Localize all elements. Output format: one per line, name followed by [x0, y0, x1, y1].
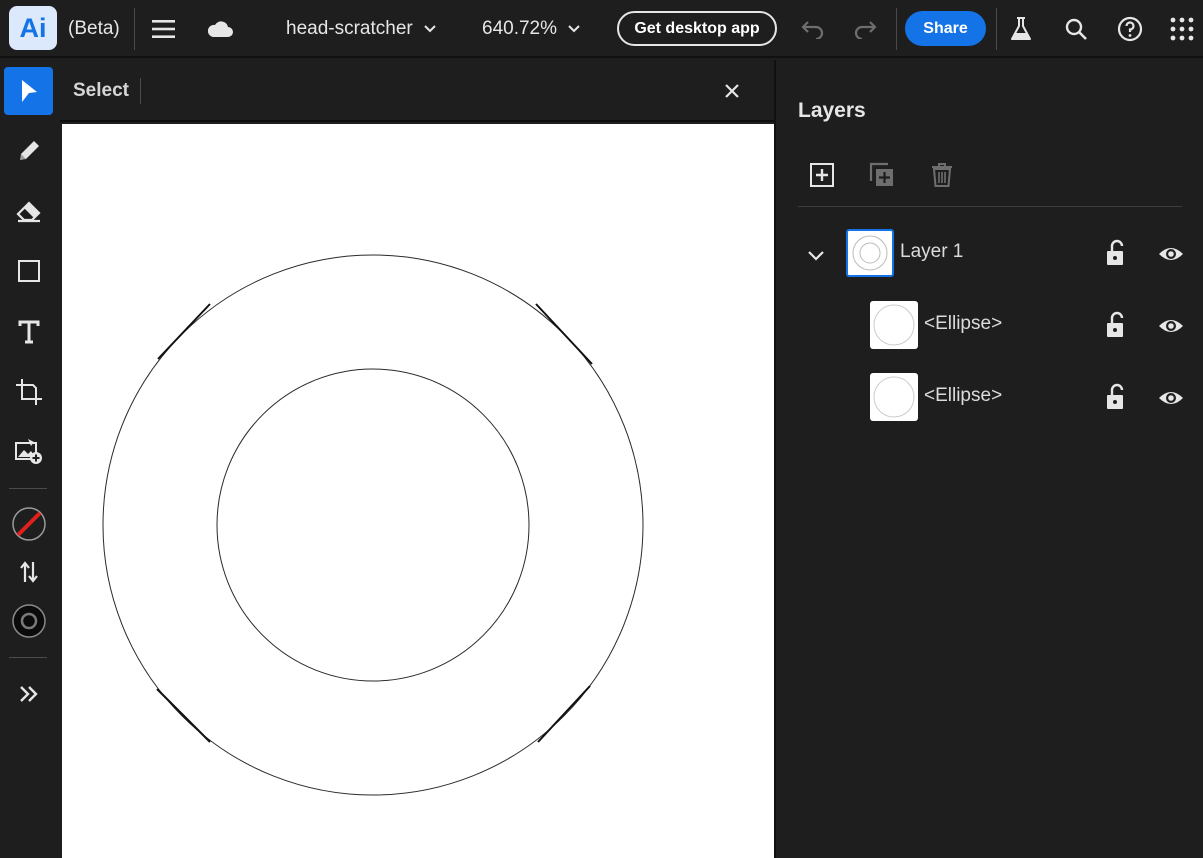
eraser-icon: [15, 201, 41, 223]
panel-title: Layers: [798, 99, 866, 122]
layer-thumbnail: [870, 373, 918, 421]
chevron-down-icon: [424, 25, 436, 33]
undo-icon[interactable]: [800, 0, 828, 58]
fill-stroke-swatch[interactable]: [4, 500, 53, 548]
share-button[interactable]: Share: [905, 11, 986, 46]
toolbar-divider: [9, 488, 47, 489]
context-task-bar: Select: [60, 60, 774, 122]
app-logo[interactable]: Ai: [9, 6, 57, 50]
stroke-swatch[interactable]: [4, 597, 53, 645]
layer-thumbnail: [870, 301, 918, 349]
duplicate-layer-button[interactable]: [867, 160, 897, 190]
menu-icon[interactable]: [152, 0, 178, 58]
add-layer-button[interactable]: [807, 160, 837, 190]
pencil-tool[interactable]: [4, 127, 53, 175]
swap-fill-stroke[interactable]: [4, 548, 53, 596]
layers-panel: Layers Layer 1 <Ellipse> <Ellipse>: [778, 60, 1203, 858]
layer-thumbnail: [846, 229, 894, 277]
duplicate-layer-icon: [869, 162, 893, 186]
chevron-down-icon[interactable]: [804, 243, 828, 267]
arrow-pointer-icon: [21, 80, 37, 102]
unlock-icon[interactable]: [1104, 383, 1128, 411]
layer-name[interactable]: <Ellipse>: [924, 313, 1002, 335]
no-fill-icon: [11, 507, 46, 541]
rectangle-tool[interactable]: [4, 247, 53, 295]
stroke-circle-icon: [11, 604, 46, 638]
swap-arrows-icon: [19, 561, 38, 583]
artwork: [102, 254, 644, 796]
layer-row-ellipse[interactable]: <Ellipse>: [778, 367, 1203, 427]
artboard-tool[interactable]: [4, 368, 53, 416]
artboard-icon: [15, 379, 42, 405]
unlock-icon[interactable]: [1104, 311, 1128, 339]
type-icon: [18, 320, 39, 344]
divider: [134, 8, 135, 50]
canvas-area: Select: [60, 60, 776, 858]
divider: [996, 8, 997, 50]
delete-layer-button[interactable]: [927, 160, 957, 190]
layer-name[interactable]: Layer 1: [900, 241, 963, 263]
double-chevron-right-icon: [19, 686, 38, 702]
search-icon[interactable]: [1064, 0, 1090, 58]
chevron-down-icon: [568, 25, 580, 33]
panel-divider: [798, 206, 1182, 207]
more-tools[interactable]: [4, 670, 53, 718]
tool-bar: [0, 60, 58, 858]
type-tool[interactable]: [4, 308, 53, 356]
rectangle-icon: [17, 260, 40, 282]
beta-label: (Beta): [68, 18, 120, 39]
artboard[interactable]: [62, 124, 774, 858]
selection-edge: [156, 303, 593, 743]
eraser-tool[interactable]: [4, 187, 53, 235]
cloud-icon[interactable]: [206, 0, 236, 58]
zoom-value: 640.72%: [482, 18, 558, 39]
outer-ellipse[interactable]: [102, 254, 644, 796]
divider: [140, 78, 141, 104]
eye-icon[interactable]: [1158, 243, 1184, 265]
get-desktop-app-button[interactable]: Get desktop app: [617, 11, 777, 46]
unlock-icon[interactable]: [1104, 239, 1128, 267]
top-bar: Ai (Beta) head-scratcher 640.72% Get des…: [0, 0, 1203, 58]
eye-icon[interactable]: [1158, 315, 1184, 337]
document-name-dropdown[interactable]: head-scratcher: [286, 0, 437, 58]
divider: [896, 8, 897, 50]
redo-icon[interactable]: [852, 0, 880, 58]
toolbar-divider: [9, 657, 47, 658]
layer-row-ellipse[interactable]: <Ellipse>: [778, 295, 1203, 355]
inner-ellipse[interactable]: [216, 368, 530, 682]
apps-grid-icon[interactable]: [1170, 0, 1198, 58]
eye-icon[interactable]: [1158, 387, 1184, 409]
zoom-dropdown[interactable]: 640.72%: [482, 0, 581, 58]
place-image-icon: [14, 439, 42, 464]
select-tool[interactable]: [4, 67, 53, 115]
place-image-tool[interactable]: [4, 428, 53, 476]
close-icon[interactable]: [721, 80, 743, 102]
document-name: head-scratcher: [286, 18, 413, 39]
layer-row-layer-1[interactable]: Layer 1: [778, 223, 1203, 283]
add-layer-icon: [810, 163, 834, 187]
context-label: Select: [73, 80, 129, 101]
pencil-icon: [19, 141, 39, 160]
layer-name[interactable]: <Ellipse>: [924, 385, 1002, 407]
trash-icon: [932, 163, 952, 187]
flask-icon[interactable]: [1009, 0, 1035, 58]
help-icon[interactable]: [1117, 0, 1145, 58]
